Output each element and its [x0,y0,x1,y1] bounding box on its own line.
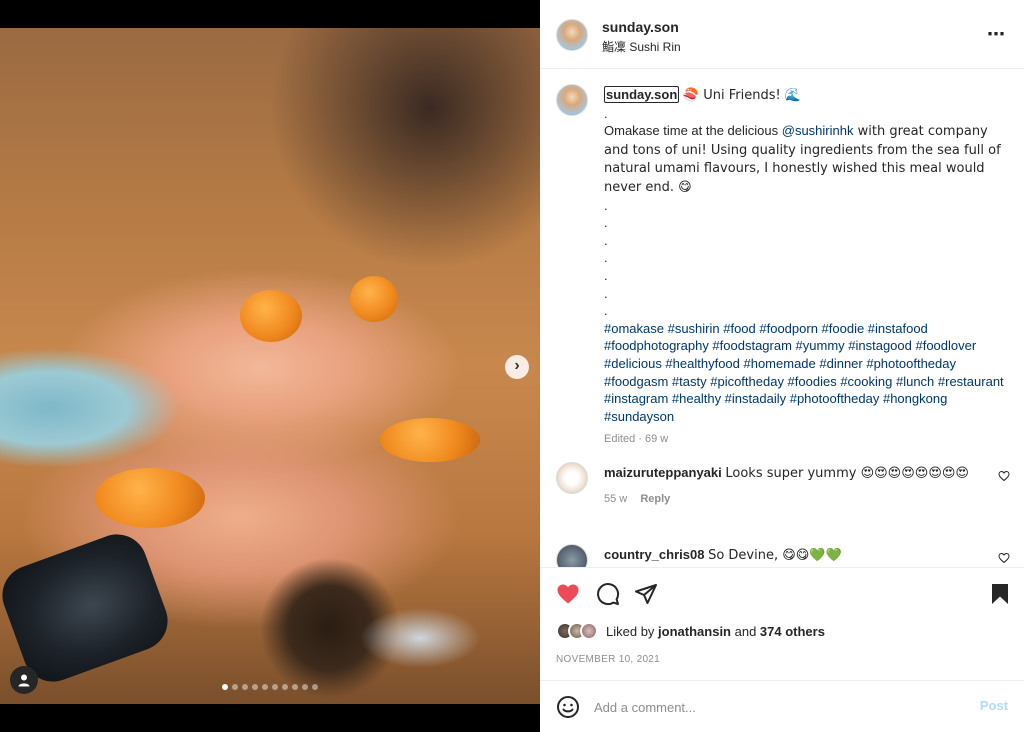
carousel-dot [222,684,228,690]
liker-avatar[interactable] [580,622,598,640]
save-icon[interactable] [988,582,1012,606]
mention-link[interactable]: @sushirinhk [782,123,854,138]
post-actions: Liked by jonathansin and 374 others NOVE… [540,567,1024,680]
carousel-dot [282,684,288,690]
caption-dot: . [604,197,608,213]
caption-meta: Edited · 69 w [604,433,669,446]
comment-username[interactable]: country_chris08 [604,547,704,562]
comment-text: So Devine, 😋😋💚💚 [708,548,842,563]
carousel-dot [272,684,278,690]
post-photo[interactable] [0,28,540,704]
carousel-dot [232,684,238,690]
post-button[interactable]: Post [980,698,1008,713]
avatar[interactable] [556,19,588,51]
uni-piece [380,418,480,462]
carousel-dot [292,684,298,690]
likes-summary: Liked by jonathansin and 374 others [556,622,825,640]
caption-title: 🍣 Uni Friends! 🌊 [682,88,802,103]
carousel-dot [252,684,258,690]
carousel-indicator [222,684,318,690]
caption-hashtags[interactable]: #omakase #sushirin #food #foodporn #food… [604,320,1004,426]
caption-username[interactable]: sunday.son [604,86,680,103]
post-media-pane: › [0,0,540,732]
header-username[interactable]: sunday.son [602,19,679,35]
post-header: sunday.son 鮨凜 Sushi Rin ⋯ [540,0,1024,69]
header-location[interactable]: 鮨凜 Sushi Rin [602,38,681,55]
uni-piece [240,290,302,342]
caption-dot: . [604,250,608,266]
liked-by-and: and [731,623,760,639]
comment-input[interactable] [594,695,954,719]
reply-button[interactable]: Reply [640,493,670,505]
uni-piece [95,468,205,528]
comment-body: country_chris08 So Devine, 😋😋💚💚 [604,546,984,565]
share-icon[interactable] [634,582,658,606]
comment-icon[interactable] [596,582,620,606]
user-icon [18,674,30,687]
liked-by-user[interactable]: jonathansin [658,624,731,639]
heart-icon[interactable] [556,582,580,606]
post-side-panel: sunday.son 鮨凜 Sushi Rin ⋯ sunday.son 🍣 U… [540,0,1024,732]
comment-meta: 55 w Reply [604,491,984,509]
liked-by-prefix: Liked by [606,623,659,639]
avatar[interactable] [556,544,588,567]
caption-dot: . [604,267,608,283]
carousel-next-button[interactable]: › [505,355,529,379]
post-date[interactable]: NOVEMBER 10, 2021 [556,654,660,665]
carousel-dot [302,684,308,690]
carousel-dot [262,684,268,690]
liked-by-text: Liked by jonathansin and 374 others [606,624,825,639]
caption-dot: . [604,105,608,121]
tagged-users-button[interactable] [10,666,38,694]
uni-piece [350,276,398,322]
comment-like-icon[interactable] [998,470,1010,485]
add-comment-bar: Post [540,680,1024,732]
comment-text: Looks super yummy 😍😍😍😍😍😍😍😍 [725,466,969,481]
comment-username[interactable]: maizuruteppanyaki [604,465,722,480]
comment-time: 55 w [604,492,628,505]
caption-text-part: Omakase time at the delicious [604,123,782,139]
caption-dot: . [604,285,608,301]
caption-dot: . [604,232,608,248]
comment-body: maizuruteppanyaki Looks super yummy 😍😍😍😍… [604,464,984,508]
comment-like-icon[interactable] [998,552,1010,567]
carousel-dot [312,684,318,690]
avatar[interactable] [556,84,588,116]
caption-dot: . [604,215,608,231]
carousel-dot [242,684,248,690]
caption-text: Omakase time at the delicious @sushirinh… [604,122,1004,196]
avatar[interactable] [556,462,588,494]
more-options-icon[interactable]: ⋯ [987,24,1006,45]
emoji-icon[interactable] [556,695,580,724]
caption-dot: . [604,303,608,319]
comments-section: sunday.son 🍣 Uni Friends! 🌊 . Omakase ti… [540,70,1024,567]
caption-body: sunday.son 🍣 Uni Friends! 🌊 . Omakase ti… [604,86,1004,449]
liked-by-count[interactable]: 374 others [760,624,825,639]
